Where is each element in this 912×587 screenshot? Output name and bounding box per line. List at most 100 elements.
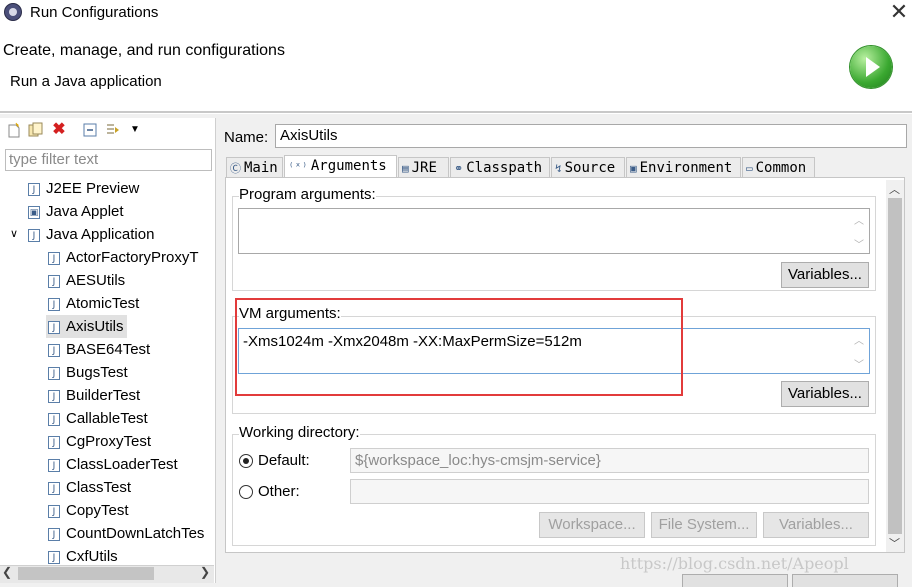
default-directory-field: ${workspace_loc:hys-cmsjm-service}	[350, 448, 869, 473]
tab-jre[interactable]: ▤ JRE	[398, 157, 449, 177]
working-variables-button[interactable]: Variables...	[763, 512, 869, 538]
tab-environment[interactable]: ▣ Environment	[626, 157, 741, 177]
tab-label: Arguments	[310, 158, 387, 174]
source-icon: ↯	[555, 162, 562, 175]
java-config-icon: J	[48, 435, 60, 449]
tree-item-label: CgProxyTest	[66, 433, 152, 450]
tree-scroll-thumb[interactable]	[18, 567, 154, 580]
j2ee-icon: J	[28, 182, 40, 196]
java-config-icon: J	[48, 481, 60, 495]
tree-item[interactable]: ▣ Java Applet	[0, 200, 214, 223]
header-subtitle: Run a Java application	[10, 73, 162, 90]
tree-item[interactable]: J BASE64Test	[0, 338, 214, 361]
tree-item[interactable]: J AtomicTest	[0, 292, 214, 315]
java-config-icon: J	[48, 389, 60, 403]
tree-item[interactable]: J BuilderTest	[0, 384, 214, 407]
tree-item[interactable]: J AxisUtils	[0, 315, 214, 338]
tree-item-label: ClassTest	[66, 479, 132, 496]
scroll-left-icon[interactable]: ❮	[2, 565, 12, 579]
tab-label: Source	[564, 160, 616, 176]
duplicate-config-icon[interactable]	[28, 122, 44, 138]
tree-item-label: AtomicTest	[66, 295, 140, 312]
collapse-all-icon[interactable]	[82, 122, 98, 138]
tree-item[interactable]: J ActorFactoryProxyT	[0, 246, 214, 269]
jre-icon: ▤	[402, 162, 409, 175]
revert-button[interactable]	[682, 574, 788, 587]
close-icon[interactable]: ✕	[886, 0, 912, 24]
java-config-icon: J	[48, 343, 60, 357]
java-config-icon: J	[48, 320, 60, 334]
tree-item[interactable]: J ClassLoaderTest	[0, 453, 214, 476]
java-config-icon: J	[48, 412, 60, 426]
filter-input[interactable]: type filter text	[5, 149, 212, 171]
tree-item[interactable]: ∨ J Java Application	[0, 223, 214, 246]
tree-item-label: ClassLoaderTest	[66, 456, 178, 473]
eclipse-app-icon	[4, 3, 22, 21]
applet-icon: ▣	[28, 205, 40, 219]
java-config-icon: J	[48, 274, 60, 288]
tab-common[interactable]: ▭ Common	[742, 157, 815, 177]
tree-item-label: ActorFactoryProxyT	[66, 249, 199, 266]
new-config-icon[interactable]	[6, 122, 22, 138]
tree-item[interactable]: J BugsTest	[0, 361, 214, 384]
chevron-down-icon[interactable]: ∨	[10, 223, 18, 246]
view-menu-chevron-down-icon[interactable]: ▼	[127, 122, 143, 138]
highlight-box	[235, 298, 683, 396]
tab-label: Classpath	[466, 160, 543, 176]
tab-label: Main	[244, 160, 278, 176]
tab-main[interactable]: Ⓒ Main	[226, 157, 283, 177]
textarea-scroll-up-icon[interactable]: ︿	[851, 212, 867, 227]
java-config-icon: J	[48, 297, 60, 311]
textarea-scroll-down-icon[interactable]: ﹀	[851, 236, 867, 251]
tab-classpath[interactable]: ⚭ Classpath	[450, 157, 550, 177]
tree-item-label: BuilderTest	[66, 387, 141, 404]
tab-source[interactable]: ↯ Source	[551, 157, 625, 177]
tree-item-label: BASE64Test	[66, 341, 151, 358]
tab-label: Common	[755, 160, 807, 176]
other-directory-field	[350, 479, 869, 504]
filter-configs-icon[interactable]	[105, 122, 121, 138]
panel-scroll-thumb[interactable]	[888, 198, 902, 534]
arguments-icon: ⁽ˣ⁾	[288, 160, 308, 173]
header-title: Create, manage, and run configurations	[3, 42, 285, 59]
tree-item[interactable]: J CopyTest	[0, 499, 214, 522]
program-arguments-input[interactable]	[238, 208, 870, 254]
tree-item-label: CxfUtils	[66, 548, 118, 565]
other-radio[interactable]	[239, 485, 253, 499]
tree-item-label: Java Application	[46, 226, 155, 243]
working-directory-label: Working directory:	[239, 424, 360, 441]
default-radio[interactable]	[239, 454, 253, 468]
file-system-button[interactable]: File System...	[651, 512, 757, 538]
tree-item-label: Java Applet	[46, 203, 124, 220]
tab-label: JRE	[411, 160, 437, 176]
tree-item[interactable]: J CgProxyTest	[0, 430, 214, 453]
configuration-tree: J J2EE Preview ▣ Java Applet ∨ J Java Applicat…	[0, 177, 214, 565]
tree-item[interactable]: J CallableTest	[0, 407, 214, 430]
java-app-icon: J	[28, 228, 40, 242]
tree-item-label: J2EE Preview	[46, 180, 140, 197]
other-radio-label: Other:	[258, 483, 300, 500]
scroll-right-icon[interactable]: ❯	[200, 565, 210, 579]
program-arguments-label: Program arguments:	[239, 186, 376, 203]
vm-scroll-up-icon[interactable]: ︿	[851, 332, 867, 347]
scroll-down-icon[interactable]: ﹀	[889, 535, 900, 551]
tree-item[interactable]: J ClassTest	[0, 476, 214, 499]
tree-item-label: CopyTest	[66, 502, 129, 519]
tree-item[interactable]: J J2EE Preview	[0, 177, 214, 200]
tree-item[interactable]: J AESUtils	[0, 269, 214, 292]
workspace-button[interactable]: Workspace...	[539, 512, 645, 538]
program-variables-button[interactable]: Variables...	[781, 262, 869, 288]
main-icon: Ⓒ	[230, 162, 241, 175]
delete-config-icon[interactable]: ✖	[51, 122, 67, 138]
tree-item-label: CountDownLatchTes	[66, 525, 205, 542]
run-icon	[850, 46, 892, 88]
tree-item[interactable]: J CxfUtils	[0, 545, 214, 565]
tree-item[interactable]: J CountDownLatchTes	[0, 522, 214, 545]
scroll-up-icon[interactable]: ︿	[889, 181, 900, 197]
vm-scroll-down-icon[interactable]: ﹀	[851, 356, 867, 371]
name-field[interactable]: AxisUtils	[275, 124, 907, 148]
dialog-header	[0, 26, 912, 111]
apply-button[interactable]	[792, 574, 898, 587]
vm-variables-button[interactable]: Variables...	[781, 381, 869, 407]
tab-arguments[interactable]: ⁽ˣ⁾ Arguments	[284, 155, 397, 178]
